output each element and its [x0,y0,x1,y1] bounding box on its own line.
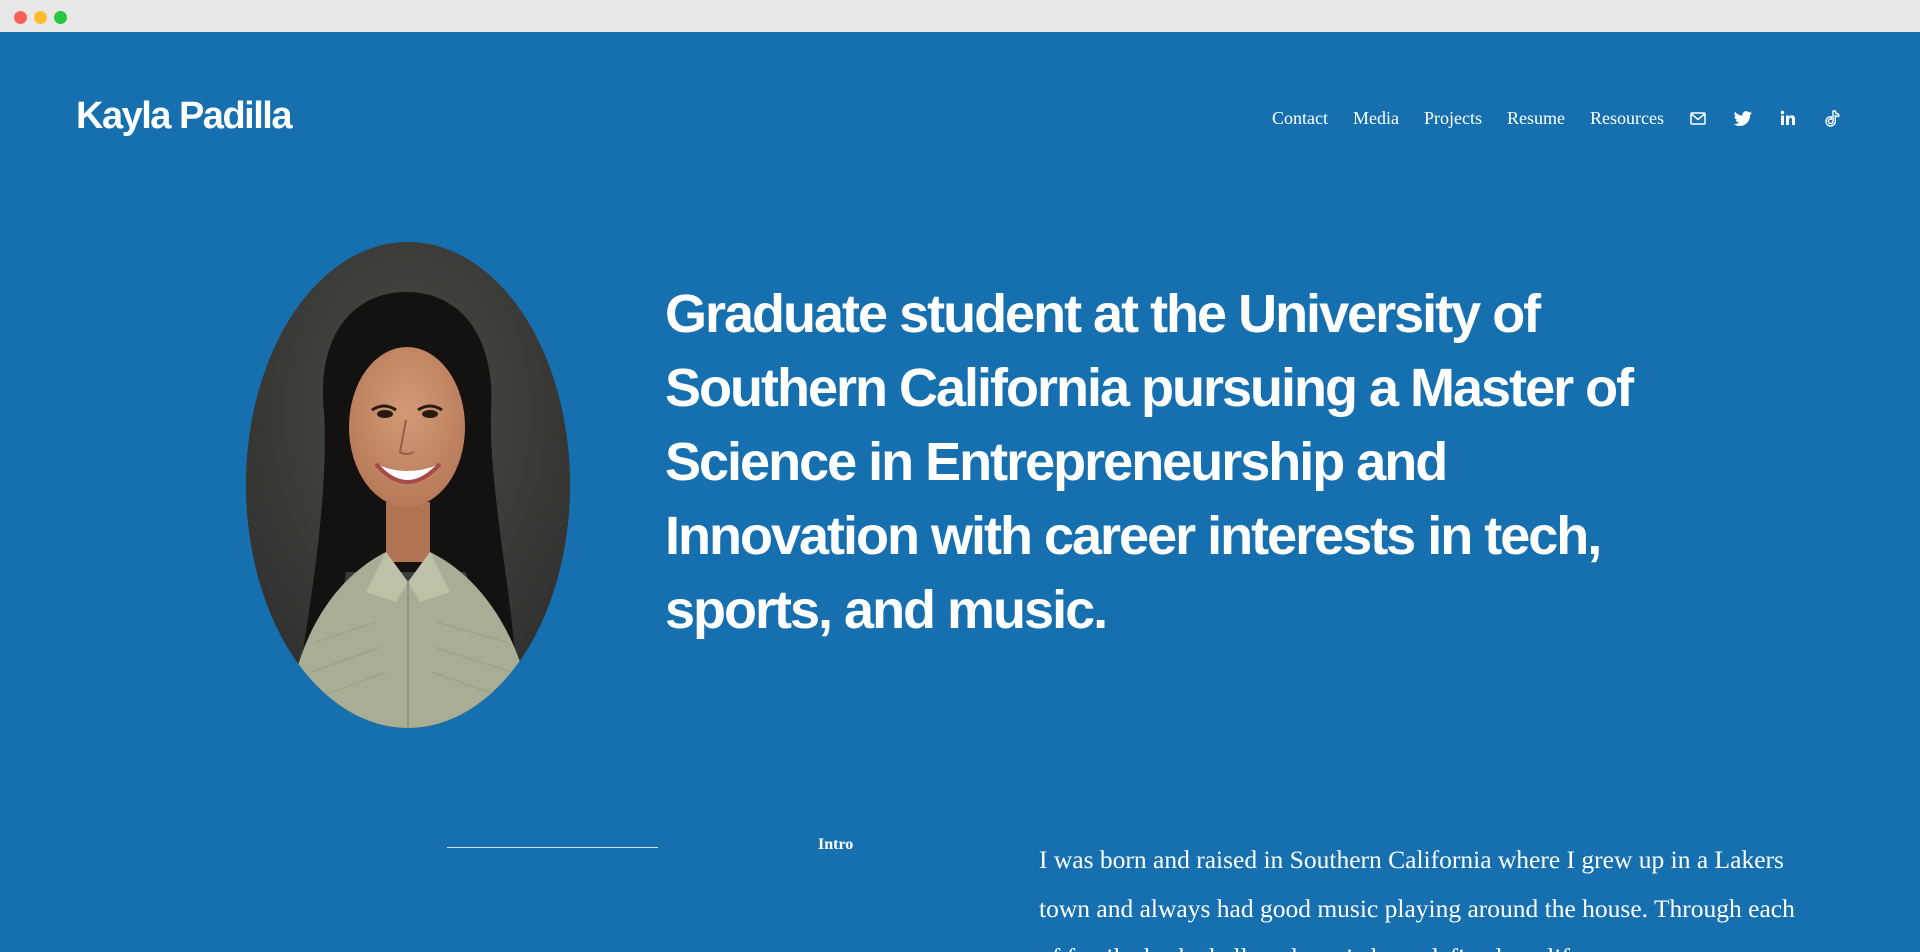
portrait-photo [246,242,570,728]
browser-window: Kayla Padilla Contact Media Projects Res… [0,0,1920,952]
nav-link-media[interactable]: Media [1353,108,1399,129]
main-nav: Contact Media Projects Resume Resources [1272,105,1844,131]
maximize-window-button[interactable] [54,11,67,24]
close-window-button[interactable] [14,11,27,24]
nav-link-resources[interactable]: Resources [1590,108,1664,129]
page-content: Kayla Padilla Contact Media Projects Res… [0,32,1920,952]
intro-divider [447,847,658,848]
intro-paragraph: I was born and raised in Southern Califo… [1039,845,1795,952]
linkedin-icon[interactable] [1776,107,1799,130]
intro-label: Intro [818,836,854,853]
window-titlebar [0,0,1920,33]
nav-link-projects[interactable]: Projects [1424,108,1482,129]
twitter-icon[interactable] [1731,107,1754,130]
minimize-window-button[interactable] [34,11,47,24]
mail-icon[interactable] [1686,107,1709,130]
nav-link-contact[interactable]: Contact [1272,108,1328,129]
nav-link-resume[interactable]: Resume [1507,108,1565,129]
hero-headline: Graduate student at the University of So… [665,284,1634,640]
tiktok-icon[interactable] [1821,107,1844,130]
site-brand-link[interactable]: Kayla Padilla [76,95,292,138]
